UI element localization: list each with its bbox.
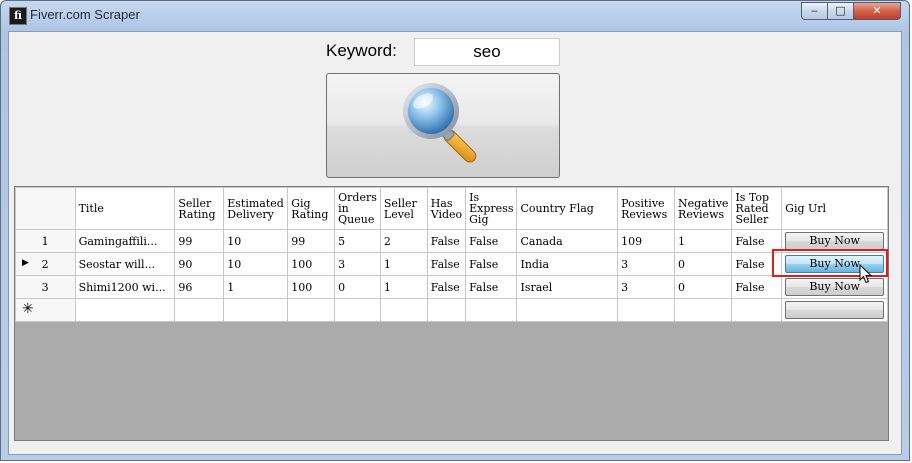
new-row[interactable]: ✳ — [15, 298, 888, 322]
cell-estimated-delivery[interactable] — [223, 298, 289, 322]
column-header-estimated-delivery[interactable]: Estimated Delivery — [223, 187, 289, 230]
cell-negative-reviews[interactable]: 1 — [674, 229, 733, 253]
column-header-negative-reviews[interactable]: Negative Reviews — [674, 187, 733, 230]
column-header-has-video[interactable]: Has Video — [426, 187, 467, 230]
magnifier-icon — [403, 83, 477, 163]
cell-seller-level[interactable] — [379, 298, 428, 322]
cell-has-video[interactable]: False — [426, 229, 467, 253]
cell-country-flag[interactable]: Israel — [516, 275, 619, 299]
cell-country-flag[interactable] — [516, 298, 619, 322]
cell-country-flag[interactable]: Canada — [516, 229, 619, 253]
cell-positive-reviews[interactable]: 109 — [617, 229, 676, 253]
cell-orders-in-queue[interactable] — [334, 298, 381, 322]
cell-negative-reviews[interactable]: 0 — [674, 252, 733, 276]
column-header-orders-in-queue[interactable]: Orders in Queue — [334, 187, 381, 230]
search-button[interactable] — [326, 73, 560, 178]
cell-orders-in-queue[interactable]: 3 — [334, 252, 381, 276]
cell-is-express-gig[interactable]: False — [465, 275, 518, 299]
cell-gig-rating[interactable]: 99 — [287, 229, 336, 253]
cell-title[interactable]: Shimi1200 wi... — [74, 275, 176, 299]
results-table: Title Seller Rating Estimated Delivery G… — [15, 187, 888, 322]
column-header-gig-rating[interactable]: Gig Rating — [287, 187, 336, 230]
cell-has-video[interactable]: False — [426, 275, 467, 299]
app-icon: fi — [9, 7, 27, 25]
cell-orders-in-queue[interactable]: 0 — [334, 275, 381, 299]
row-header[interactable]: 3 — [15, 275, 76, 299]
row-header[interactable]: ✳ — [15, 298, 76, 322]
title-bar[interactable]: fi Fiverr.com Scraper ‒ □ ✕ — [1, 1, 909, 31]
row-header[interactable]: ▶ 2 — [15, 252, 76, 276]
close-button[interactable]: ✕ — [853, 2, 901, 20]
table-row[interactable]: 1 Gamingaffili... 99 10 99 5 2 False Fal… — [15, 229, 888, 253]
cell-seller-rating[interactable]: 90 — [174, 252, 225, 276]
cell-is-express-gig[interactable]: False — [465, 229, 518, 253]
cell-has-video[interactable] — [426, 298, 467, 322]
cell-negative-reviews[interactable] — [674, 298, 733, 322]
column-header-seller-rating[interactable]: Seller Rating — [174, 187, 225, 230]
table-row[interactable]: ▶ 2 Seostar will... 90 10 100 3 1 False F… — [15, 252, 888, 276]
cell-gig-rating[interactable]: 100 — [287, 275, 336, 299]
cell-is-express-gig[interactable] — [465, 298, 518, 322]
column-header-is-top-rated-seller[interactable]: Is Top Rated Seller — [731, 187, 783, 230]
cell-estimated-delivery[interactable]: 10 — [223, 252, 289, 276]
cell-seller-rating[interactable]: 96 — [174, 275, 225, 299]
current-row-arrow-icon: ▶ — [22, 258, 29, 268]
column-header-positive-reviews[interactable]: Positive Reviews — [617, 187, 676, 230]
column-header-seller-level[interactable]: Seller Level — [379, 187, 428, 230]
cell-positive-reviews[interactable] — [617, 298, 676, 322]
window-title: Fiverr.com Scraper — [30, 7, 140, 22]
row-header[interactable]: 1 — [15, 229, 76, 253]
cell-positive-reviews[interactable]: 3 — [617, 275, 676, 299]
cell-title[interactable]: Seostar will... — [74, 252, 176, 276]
maximize-button[interactable]: □ — [827, 2, 854, 20]
header-corner[interactable] — [15, 187, 76, 230]
cell-seller-rating[interactable] — [174, 298, 225, 322]
cell-estimated-delivery[interactable]: 10 — [223, 229, 289, 253]
cell-seller-level[interactable]: 1 — [379, 275, 428, 299]
cell-has-video[interactable]: False — [426, 252, 467, 276]
results-grid[interactable]: Title Seller Rating Estimated Delivery G… — [14, 186, 889, 441]
cell-title[interactable]: Gamingaffili... — [74, 229, 176, 253]
header-row: Title Seller Rating Estimated Delivery G… — [15, 187, 888, 230]
cell-gig-rating[interactable]: 100 — [287, 252, 336, 276]
cell-negative-reviews[interactable]: 0 — [674, 275, 733, 299]
new-row-asterisk-icon: ✳ — [22, 301, 34, 317]
row-number: 2 — [41, 258, 49, 271]
cell-is-top-rated-seller[interactable] — [731, 298, 783, 322]
column-header-title[interactable]: Title — [74, 187, 176, 230]
keyword-label: Keyword: — [326, 41, 397, 60]
cell-country-flag[interactable]: India — [516, 252, 619, 276]
cell-gig-url — [781, 298, 888, 322]
row-number: 1 — [41, 235, 49, 248]
column-header-gig-url[interactable]: Gig Url — [781, 187, 888, 230]
cell-seller-level[interactable]: 1 — [379, 252, 428, 276]
cell-positive-reviews[interactable]: 3 — [617, 252, 676, 276]
cell-seller-rating[interactable]: 99 — [174, 229, 225, 253]
client-area: Keyword: seo Title Seller Rating Estimat… — [8, 31, 902, 455]
table-row[interactable]: 3 Shimi1200 wi... 96 1 100 0 1 False Fal… — [15, 275, 888, 299]
cell-estimated-delivery[interactable]: 1 — [223, 275, 289, 299]
keyword-input[interactable]: seo — [414, 38, 560, 66]
mouse-pointer-icon — [859, 264, 873, 284]
cell-is-express-gig[interactable]: False — [465, 252, 518, 276]
column-header-country-flag[interactable]: Country Flag — [516, 187, 619, 230]
app-window: fi Fiverr.com Scraper ‒ □ ✕ Keyword: seo — [0, 0, 910, 461]
cell-seller-level[interactable]: 2 — [379, 229, 428, 253]
cell-title[interactable] — [74, 298, 176, 322]
cell-is-top-rated-seller[interactable]: False — [731, 275, 783, 299]
cell-gig-rating[interactable] — [287, 298, 336, 322]
column-header-is-express-gig[interactable]: Is Express Gig — [465, 187, 518, 230]
cell-orders-in-queue[interactable]: 5 — [334, 229, 381, 253]
buy-now-button[interactable]: Buy Now — [785, 232, 884, 250]
row-number: 3 — [41, 281, 49, 294]
empty-url-button[interactable] — [785, 301, 884, 319]
minimize-button[interactable]: ‒ — [801, 2, 828, 20]
